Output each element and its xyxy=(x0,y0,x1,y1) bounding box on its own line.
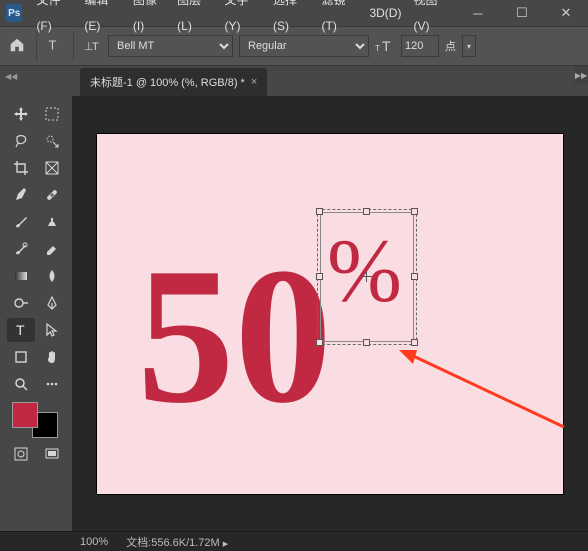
handle-bottom-right[interactable] xyxy=(411,339,418,346)
text-transform-box[interactable]: % xyxy=(320,212,414,342)
font-size-icon[interactable]: TT xyxy=(375,36,395,56)
document-tab-title: 未标题-1 @ 100% (%, RGB/8) * xyxy=(90,74,245,90)
transform-center-icon[interactable] xyxy=(364,274,370,280)
status-menu-caret-icon[interactable]: ▶ xyxy=(223,541,228,548)
zoom-level[interactable]: 100% xyxy=(80,536,108,548)
menu-image[interactable]: 图像(I) xyxy=(127,0,171,39)
document-canvas[interactable]: 50 % xyxy=(97,134,563,494)
document-tab[interactable]: 未标题-1 @ 100% (%, RGB/8) * × xyxy=(80,68,267,96)
menu-filter[interactable]: 滤镜(T) xyxy=(316,0,364,39)
dodge-tool-icon[interactable] xyxy=(7,291,35,315)
font-style-select[interactable]: Regular xyxy=(239,35,369,57)
close-tab-icon[interactable]: × xyxy=(251,76,257,88)
move-tool-icon[interactable] xyxy=(7,102,35,126)
divider xyxy=(36,31,37,61)
font-size-unit: 点 xyxy=(445,38,456,54)
quick-select-tool-icon[interactable] xyxy=(38,129,66,153)
document-tab-row: 未标题-1 @ 100% (%, RGB/8) * × xyxy=(0,66,588,96)
screenmode-tool-icon[interactable] xyxy=(38,442,66,466)
handle-middle-left[interactable] xyxy=(316,273,323,280)
handle-top-right[interactable] xyxy=(411,208,418,215)
text-orientation-icon[interactable]: ⊥T xyxy=(82,36,102,56)
brush-tool-icon[interactable] xyxy=(7,210,35,234)
eyedropper-tool-icon[interactable] xyxy=(7,183,35,207)
crop-tool-icon[interactable] xyxy=(7,156,35,180)
home-icon[interactable] xyxy=(8,36,28,56)
handle-bottom-middle[interactable] xyxy=(363,339,370,346)
menu-select[interactable]: 选择(S) xyxy=(267,0,316,39)
eraser-tool-icon[interactable] xyxy=(38,237,66,261)
svg-text:T: T xyxy=(49,39,57,53)
quickmask-tool-icon[interactable] xyxy=(7,442,35,466)
handle-top-middle[interactable] xyxy=(363,208,370,215)
font-size-input[interactable] xyxy=(401,35,439,57)
history-brush-tool-icon[interactable] xyxy=(7,237,35,261)
menu-file[interactable]: 文件(F) xyxy=(30,0,78,39)
clone-stamp-tool-icon[interactable] xyxy=(38,210,66,234)
path-select-tool-icon[interactable] xyxy=(38,318,66,342)
toolbox: T xyxy=(0,96,72,531)
type-tool-icon[interactable]: T xyxy=(7,318,35,342)
status-bar: 100% 文档:556.6K/1.72M ▶ xyxy=(0,531,588,551)
frame-tool-icon[interactable] xyxy=(38,156,66,180)
svg-text:T: T xyxy=(16,322,25,338)
canvas-text-percent[interactable]: % xyxy=(327,227,402,317)
handle-bottom-left[interactable] xyxy=(316,339,323,346)
menu-view[interactable]: 视图(V) xyxy=(407,0,456,39)
svg-text:T: T xyxy=(375,44,380,53)
color-swatches[interactable] xyxy=(12,402,58,438)
minimize-button[interactable]: ─ xyxy=(456,0,500,26)
blur-tool-icon[interactable] xyxy=(38,264,66,288)
menu-type[interactable]: 文字(Y) xyxy=(218,0,267,39)
zoom-tool-icon[interactable] xyxy=(7,372,35,396)
gradient-tool-icon[interactable] xyxy=(7,264,35,288)
window-controls: ─ ☐ ✕ xyxy=(456,0,588,26)
handle-top-left[interactable] xyxy=(316,208,323,215)
menu-layer[interactable]: 图层(L) xyxy=(171,0,218,39)
edit-toolbar-icon[interactable] xyxy=(38,372,66,396)
panel-collapse-strip[interactable]: ▶▶ xyxy=(574,66,588,84)
menu-edit[interactable]: 编辑(E) xyxy=(78,0,127,39)
font-family-select[interactable]: Bell MT xyxy=(108,35,233,57)
collapse-chevron-icon[interactable]: ◀◀ xyxy=(5,72,17,81)
font-size-dropdown[interactable]: ▾ xyxy=(462,35,476,57)
annotation-arrow-icon xyxy=(389,342,569,432)
hand-tool-icon[interactable] xyxy=(38,345,66,369)
shape-tool-icon[interactable] xyxy=(7,345,35,369)
close-button[interactable]: ✕ xyxy=(544,0,588,26)
lasso-tool-icon[interactable] xyxy=(7,129,35,153)
marquee-tool-icon[interactable] xyxy=(38,102,66,126)
svg-text:T: T xyxy=(382,38,391,54)
title-bar: Ps 文件(F) 编辑(E) 图像(I) 图层(L) 文字(Y) 选择(S) 滤… xyxy=(0,0,588,26)
divider xyxy=(73,31,74,61)
app-logo: Ps xyxy=(6,4,22,22)
menu-3d[interactable]: 3D(D) xyxy=(363,0,407,26)
canvas-viewport[interactable]: 50 % xyxy=(72,96,588,531)
pen-tool-icon[interactable] xyxy=(38,291,66,315)
expand-chevron-icon: ▶▶ xyxy=(575,71,587,80)
maximize-button[interactable]: ☐ xyxy=(500,0,544,26)
doc-size-label[interactable]: 文档:556.6K/1.72M ▶ xyxy=(126,534,228,550)
foreground-color-swatch[interactable] xyxy=(12,402,38,428)
tool-preset-icon[interactable]: T xyxy=(45,36,65,56)
workspace: T 50 % xyxy=(0,96,588,531)
svg-text:T: T xyxy=(92,41,99,53)
healing-tool-icon[interactable] xyxy=(38,183,66,207)
canvas-text-50[interactable]: 50 xyxy=(137,239,332,434)
handle-middle-right[interactable] xyxy=(411,273,418,280)
